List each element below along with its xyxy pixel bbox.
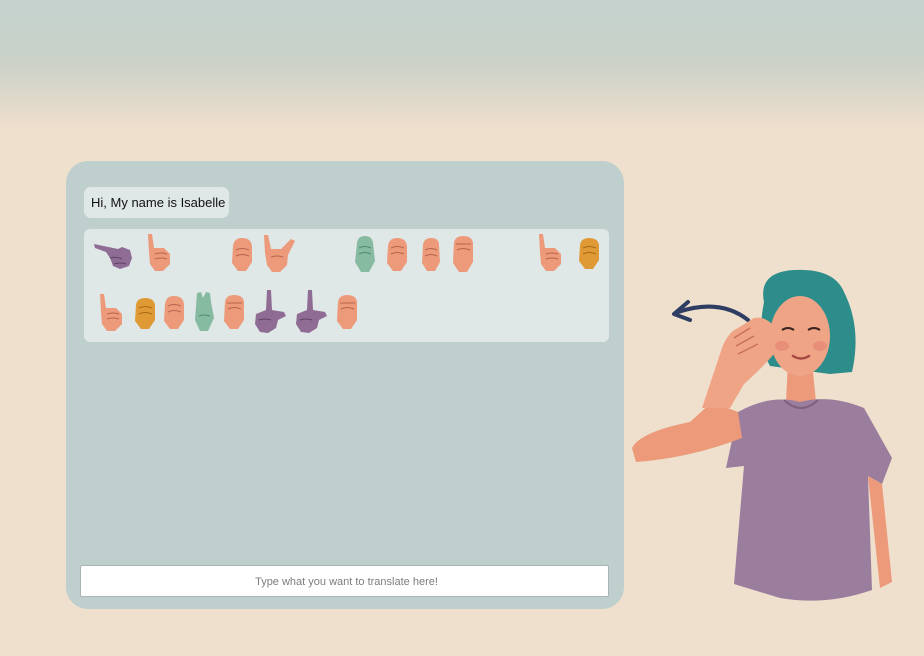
sign-hand-icon bbox=[384, 236, 410, 276]
sign-hand-icon bbox=[191, 290, 217, 331]
sign-hand-icon bbox=[229, 236, 255, 276]
sign-hand-icon bbox=[221, 294, 247, 334]
sign-hand-icon bbox=[576, 236, 602, 276]
sign-hand-icon bbox=[334, 294, 360, 334]
signing-person-illustration bbox=[632, 269, 892, 601]
message-bubble: Hi, My name is Isabelle bbox=[84, 187, 230, 218]
sign-hand-icon bbox=[537, 232, 563, 272]
sign-hand-icon bbox=[161, 294, 187, 334]
sign-hand-icon bbox=[252, 288, 288, 334]
sign-hand-icon bbox=[352, 235, 378, 275]
sign-hand-icon bbox=[418, 236, 444, 276]
sign-hand-icon bbox=[146, 232, 172, 272]
sign-hand-icon bbox=[92, 236, 134, 270]
sign-hand-icon bbox=[132, 296, 158, 336]
sign-hand-icon bbox=[98, 292, 124, 332]
sign-hand-icon bbox=[450, 235, 476, 275]
translate-input-container bbox=[80, 565, 612, 598]
header-background bbox=[0, 0, 924, 130]
sign-hand-icon bbox=[261, 233, 297, 273]
sign-hand-icon bbox=[293, 288, 329, 334]
translate-input[interactable] bbox=[81, 566, 612, 598]
